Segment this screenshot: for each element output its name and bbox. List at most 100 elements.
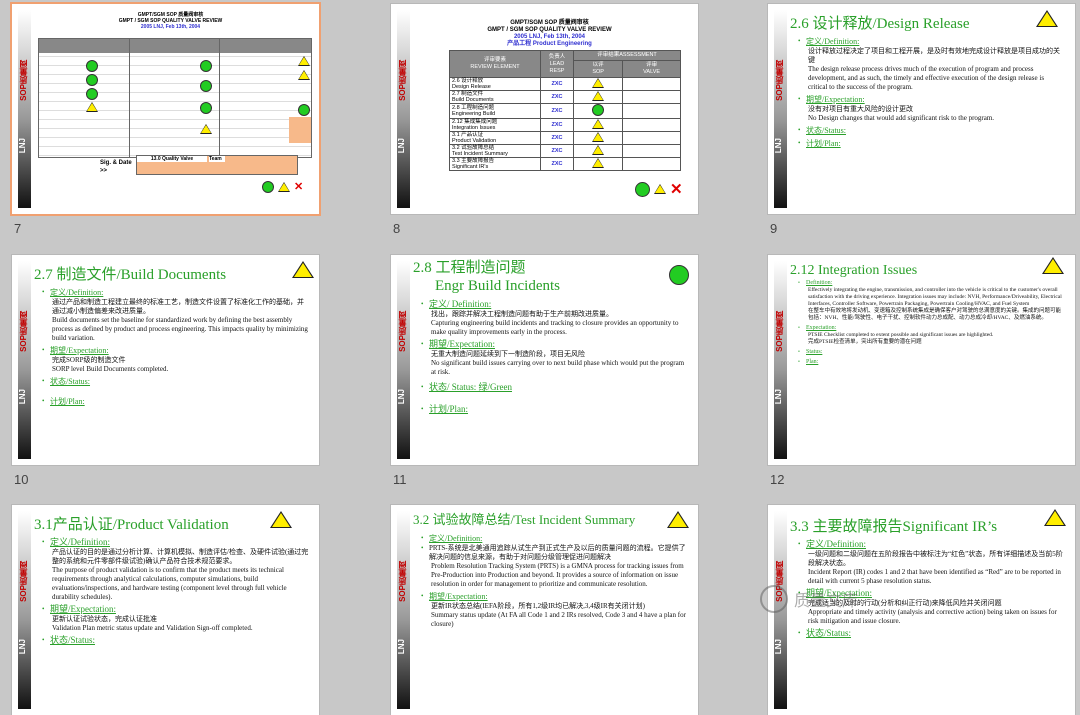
slide-title: 3.3 主要故障报告Significant IR’s bbox=[790, 519, 998, 535]
slide-number: 9 bbox=[770, 221, 778, 236]
watermark: 质量文库 bbox=[760, 585, 858, 613]
expectation-heading: 期望/Expectation: bbox=[429, 339, 495, 349]
expectation-cn: 更新认证试验状态，完成认证批准 bbox=[52, 615, 157, 623]
definition-cn: 在整车中有效地将发动机、变速箱及控制系统集成是确保客户对驾驶的总满意度的关键。集… bbox=[808, 308, 1062, 321]
sop-status-cell bbox=[572, 77, 624, 91]
status-dot bbox=[86, 74, 98, 86]
yellow-triangle-icon bbox=[592, 91, 605, 101]
plan-heading: 计划/Plan: bbox=[429, 404, 469, 414]
expectation-en: Summary status update (At FA all Code 1 … bbox=[431, 611, 686, 628]
table-row: 2.7 制造文件 Build Documents ZXC bbox=[449, 90, 681, 104]
yellow-triangle-icon bbox=[592, 158, 605, 168]
valve-status-cell bbox=[622, 144, 681, 158]
status-triangle bbox=[200, 124, 212, 134]
sop-status-cell bbox=[572, 103, 624, 119]
slide-thumbnail-10[interactable]: SOP质量阀LNJ 2.7 制造文件/Build Documents 定义/De… bbox=[12, 255, 319, 495]
status-triangle bbox=[86, 102, 98, 112]
status-heading: 状态/ Status: 绿/Green bbox=[429, 382, 512, 392]
slide-title: 2.7 制造文件/Build Documents bbox=[34, 267, 227, 283]
side-bar: SOP质量阀 LNJ bbox=[18, 10, 31, 208]
side-bar: SOP质量阀 LNJ bbox=[18, 261, 31, 459]
side-bar: SOP质量阀 LNJ bbox=[774, 10, 787, 208]
status-triangle bbox=[298, 70, 310, 80]
expectation-heading: 期望/Expectation: bbox=[50, 346, 109, 355]
status-heading: 状态/Status: bbox=[50, 377, 91, 386]
valve-label: 13.0 Quality Valve bbox=[137, 156, 207, 162]
slide-title: 2.6 设计释放/Design Release bbox=[790, 16, 970, 32]
green-circle-icon bbox=[635, 181, 650, 197]
slide-number: 10 bbox=[14, 472, 29, 487]
sop-status-cell bbox=[572, 144, 624, 158]
valve-status-cell bbox=[622, 103, 681, 119]
slide-title: 3.1产品认证/Product Validation bbox=[34, 517, 229, 533]
plan-heading: 计划/Plan: bbox=[50, 397, 85, 406]
plan-heading: Plan: bbox=[806, 359, 819, 365]
signature-box: 13.0 Quality Valve Team bbox=[136, 155, 298, 175]
valve-status-cell bbox=[622, 77, 681, 91]
sop-status-cell bbox=[572, 90, 624, 104]
lead-resp-cell: ZXC bbox=[540, 157, 574, 171]
warning-triangle-icon bbox=[1036, 10, 1058, 27]
definition-cn: 产品认证的目的是通过分析计算、计算机模拟、制造评估/检查、及硬件试验(通过完整的… bbox=[52, 548, 309, 565]
expectation-cn: 无重大制造问题延续到下一制造阶段，项目无风险 bbox=[431, 350, 585, 358]
slide-number: 12 bbox=[770, 472, 785, 487]
status-heading: Status: bbox=[806, 349, 823, 355]
valve-status-cell bbox=[622, 90, 681, 104]
slide-number: 7 bbox=[14, 221, 22, 236]
definition-en: Capturing engineering build incidents an… bbox=[431, 319, 679, 336]
review-element-cell: 3.1 产品认证 Product Validation bbox=[449, 131, 541, 145]
lead-resp-cell: ZXC bbox=[540, 131, 574, 145]
slide-thumbnail-15[interactable]: SOP质量阀LNJ 3.3 主要故障报告Significant IR’s 定义/… bbox=[768, 505, 1075, 715]
valve-status-cell bbox=[622, 131, 681, 145]
status-triangle bbox=[298, 56, 310, 66]
col-lead-resp: 负责人 LEAD RESP bbox=[540, 50, 574, 78]
lead-resp-cell: ZXC bbox=[540, 90, 574, 104]
review-table: 评审要素 REVIEW ELEMENT 负责人 LEAD RESP 评审结果AS… bbox=[449, 50, 681, 171]
slide-title-en: Engr Build Incidents bbox=[435, 278, 560, 294]
expectation-en: No significant build issues carrying ove… bbox=[431, 359, 685, 376]
status-legend: ✕ bbox=[262, 180, 303, 193]
definition-en: Effectively integrating the engine, tran… bbox=[808, 287, 1062, 307]
side-bar: SOP质量阀 LNJ bbox=[397, 10, 410, 208]
status-dot bbox=[298, 104, 310, 116]
slide-number: 11 bbox=[393, 472, 407, 487]
definition-heading: 定义/Definition: bbox=[806, 539, 866, 549]
table-row: 3.2 试验故障总结 Test Incident Summary ZXC bbox=[449, 144, 681, 158]
slide-thumbnail-13[interactable]: SOP质量阀LNJ 3.1产品认证/Product Validation 定义/… bbox=[12, 505, 319, 715]
watermark-logo-icon bbox=[760, 585, 788, 613]
slide-thumbnail-9[interactable]: SOP质量阀LNJ 2.6 设计释放/Design Release 定义/Def… bbox=[768, 4, 1075, 244]
col-review-element: 评审要素 REVIEW ELEMENT bbox=[449, 50, 541, 78]
slide-thumbnail-14[interactable]: SOP质量阀 LNJ 3.2 试验故障总结/Test Incident Summa… bbox=[391, 505, 698, 715]
status-dot bbox=[200, 80, 212, 92]
review-element-cell: 2.6 设计释放 Design Release bbox=[449, 77, 541, 91]
sop-status-cell bbox=[572, 118, 624, 132]
side-bar: SOP质量阀 LNJ bbox=[397, 511, 410, 709]
definition-en: Incident Report (IR) codes 1 and 2 that … bbox=[808, 568, 1061, 585]
slide-thumbnail-8[interactable]: SOP质量阀 LNJ GMPT/SGM SOP 质量阀审核 GMPT / SGM … bbox=[391, 4, 698, 244]
status-dot bbox=[86, 88, 98, 100]
valve-status-cell bbox=[622, 157, 681, 171]
lead-resp-cell: ZXC bbox=[540, 77, 574, 91]
definition-cn: 设计释放过程决定了项目和工程开展，是及时有效地完成设计释放是项目成功的关键 bbox=[808, 47, 1060, 64]
definition-cn: PRTS-系统是北美通用追踪从试生产到正式生产及以后的质量问题的流程。它提供了解… bbox=[421, 544, 688, 562]
yellow-triangle-icon bbox=[278, 181, 290, 192]
table-row: 2.12 集成集成问题 Integration Issues ZXC bbox=[449, 118, 681, 132]
status-heading: 状态/Status: bbox=[806, 628, 852, 638]
definition-heading: 定义/Definition: bbox=[50, 288, 104, 297]
green-status-icon bbox=[669, 265, 689, 285]
yellow-triangle-icon bbox=[654, 184, 666, 194]
valve-grid bbox=[38, 38, 312, 158]
plan-heading: 计划/Plan: bbox=[806, 139, 841, 148]
slide-thumbnail-11[interactable]: SOP质量阀 LNJ 2.8 工程制造问题 Engr Build Incident… bbox=[391, 255, 698, 495]
col-sop: 以评 SOP bbox=[572, 60, 624, 78]
side-bar: SOP质量阀 LNJ bbox=[397, 261, 410, 459]
side-bar: SOP质量阀 LNJ bbox=[18, 511, 31, 709]
slide-thumbnail-7[interactable]: SOP质量阀 LNJ GMPT/SGM SOP 质量阀审核 GMPT / SGM … bbox=[12, 4, 319, 244]
expectation-heading: 期望/Expectation: bbox=[806, 95, 865, 104]
definition-en: Problem Resolution Tracking System (PRTS… bbox=[431, 562, 684, 588]
slide-thumbnail-12[interactable]: SOP质量阀LNJ 2.12 Integration Issues Defini… bbox=[768, 255, 1075, 495]
table-row: 3.1 产品认证 Product Validation ZXC bbox=[449, 131, 681, 145]
green-circle-icon bbox=[262, 180, 274, 193]
definition-cn: 通过产品和制造工程建立最终的标准工艺，制造文件设置了标准化工作的基础，并通过减小… bbox=[52, 298, 304, 315]
qv-date: 2005 LNJ, Feb 13th, 2004 bbox=[140, 24, 201, 30]
